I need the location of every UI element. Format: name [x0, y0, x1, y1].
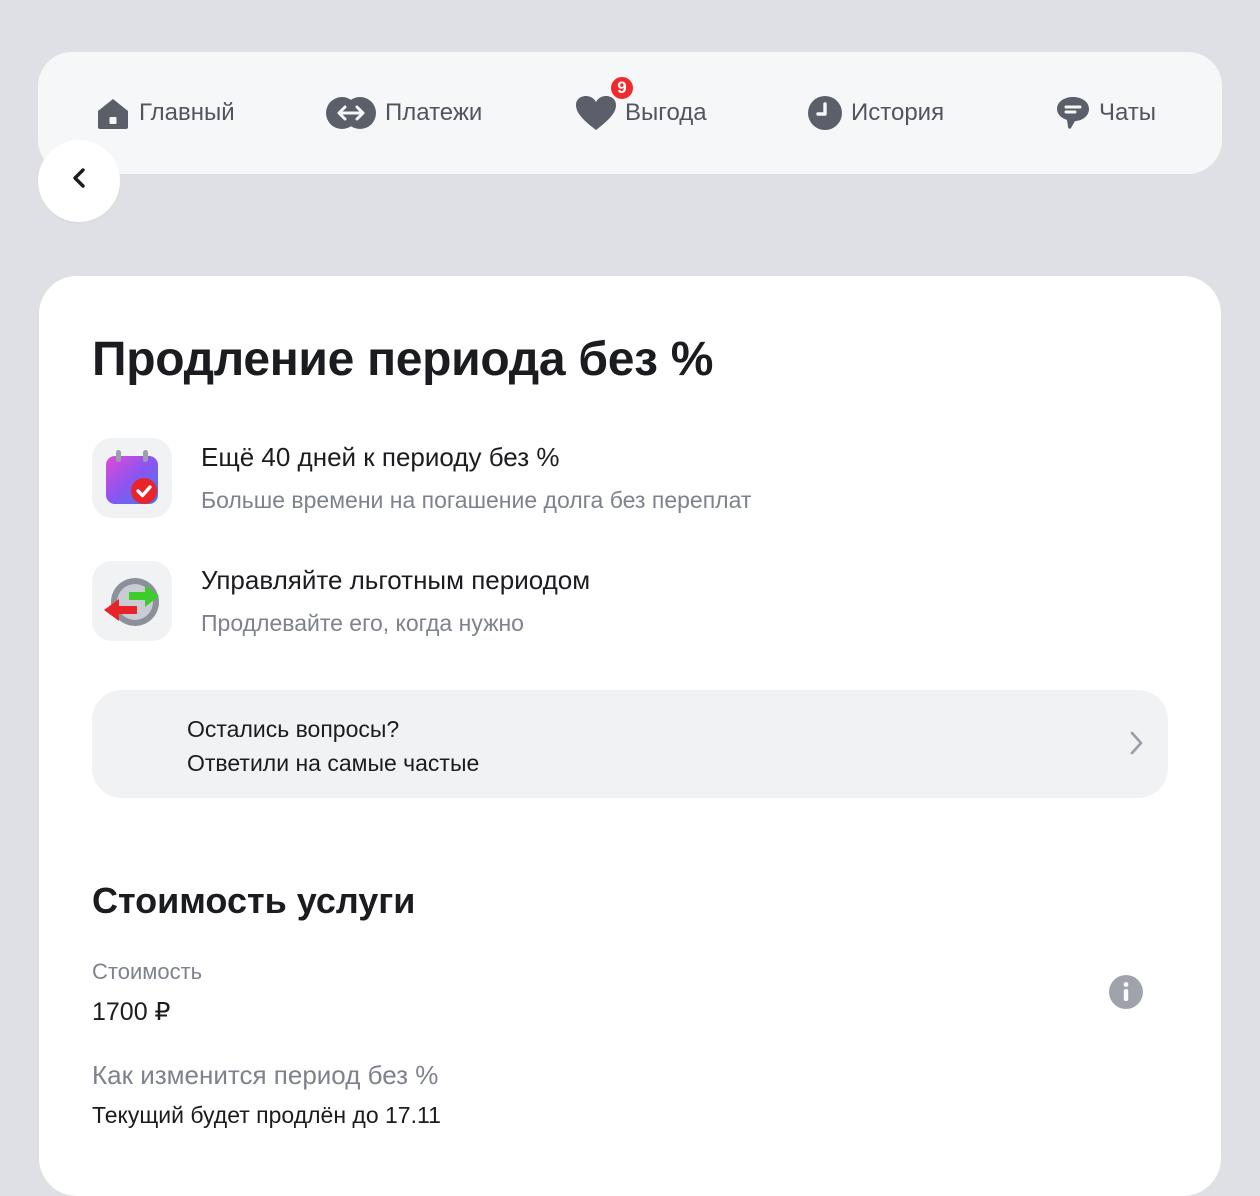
info-icon[interactable] — [1108, 974, 1144, 1015]
nav-item-benefits[interactable]: 9 Выгода — [575, 52, 707, 174]
chat-icon — [1055, 95, 1091, 131]
faq-title: Остались вопросы? — [187, 716, 400, 742]
faq-subtitle: Ответили на самые частые — [187, 750, 480, 776]
nav-label-benefits: Выгода — [625, 99, 707, 126]
price-value: 1700 ₽ — [92, 998, 171, 1026]
transfer-icon — [325, 96, 377, 130]
price-label: Стоимость — [92, 959, 203, 984]
feature-subtitle: Продлевайте его, когда нужно — [201, 610, 524, 636]
feature-title: Ещё 40 дней к периоду без % — [201, 442, 560, 472]
feature-subtitle: Больше времени на погашение долга без пе… — [201, 487, 752, 513]
home-icon — [95, 96, 131, 130]
feature-item: Ещё 40 дней к периоду без % Больше време… — [92, 438, 751, 518]
top-navigation: Главный Платежи 9 Выгода История Чаты — [38, 52, 1222, 174]
chevron-left-icon — [71, 166, 87, 190]
page-title: Продление периода без % — [92, 333, 714, 386]
feature-item: Управляйте льготным периодом Продлевайте… — [92, 561, 590, 641]
heart-icon: 9 — [575, 75, 635, 131]
chevron-right-icon — [1128, 728, 1144, 763]
nav-item-home[interactable]: Главный — [95, 52, 235, 174]
main-card: Продление периода без % Ещё 40 дней к пе… — [39, 276, 1221, 1196]
cost-heading: Стоимость услуги — [92, 880, 416, 921]
nav-label-history: История — [851, 99, 945, 126]
calendar-check-icon — [92, 438, 172, 518]
nav-item-history[interactable]: История — [807, 52, 944, 174]
period-value: Текущий будет продлён до 17.11 — [92, 1102, 441, 1128]
clock-icon — [807, 95, 843, 131]
feature-title: Управляйте льготным периодом — [201, 565, 591, 595]
faq-button[interactable]: Остались вопросы? Ответили на самые част… — [92, 690, 1168, 798]
nav-label-payments: Платежи — [385, 99, 483, 126]
period-label: Как изменится период без % — [92, 1060, 439, 1090]
notification-badge: 9 — [609, 75, 635, 101]
nav-label-home: Главный — [139, 99, 235, 126]
nav-item-chats[interactable]: Чаты — [1055, 52, 1156, 174]
nav-item-payments[interactable]: Платежи — [325, 52, 482, 174]
exchange-arrows-icon — [92, 561, 172, 641]
nav-label-chats: Чаты — [1099, 99, 1157, 126]
back-button[interactable] — [38, 140, 120, 222]
